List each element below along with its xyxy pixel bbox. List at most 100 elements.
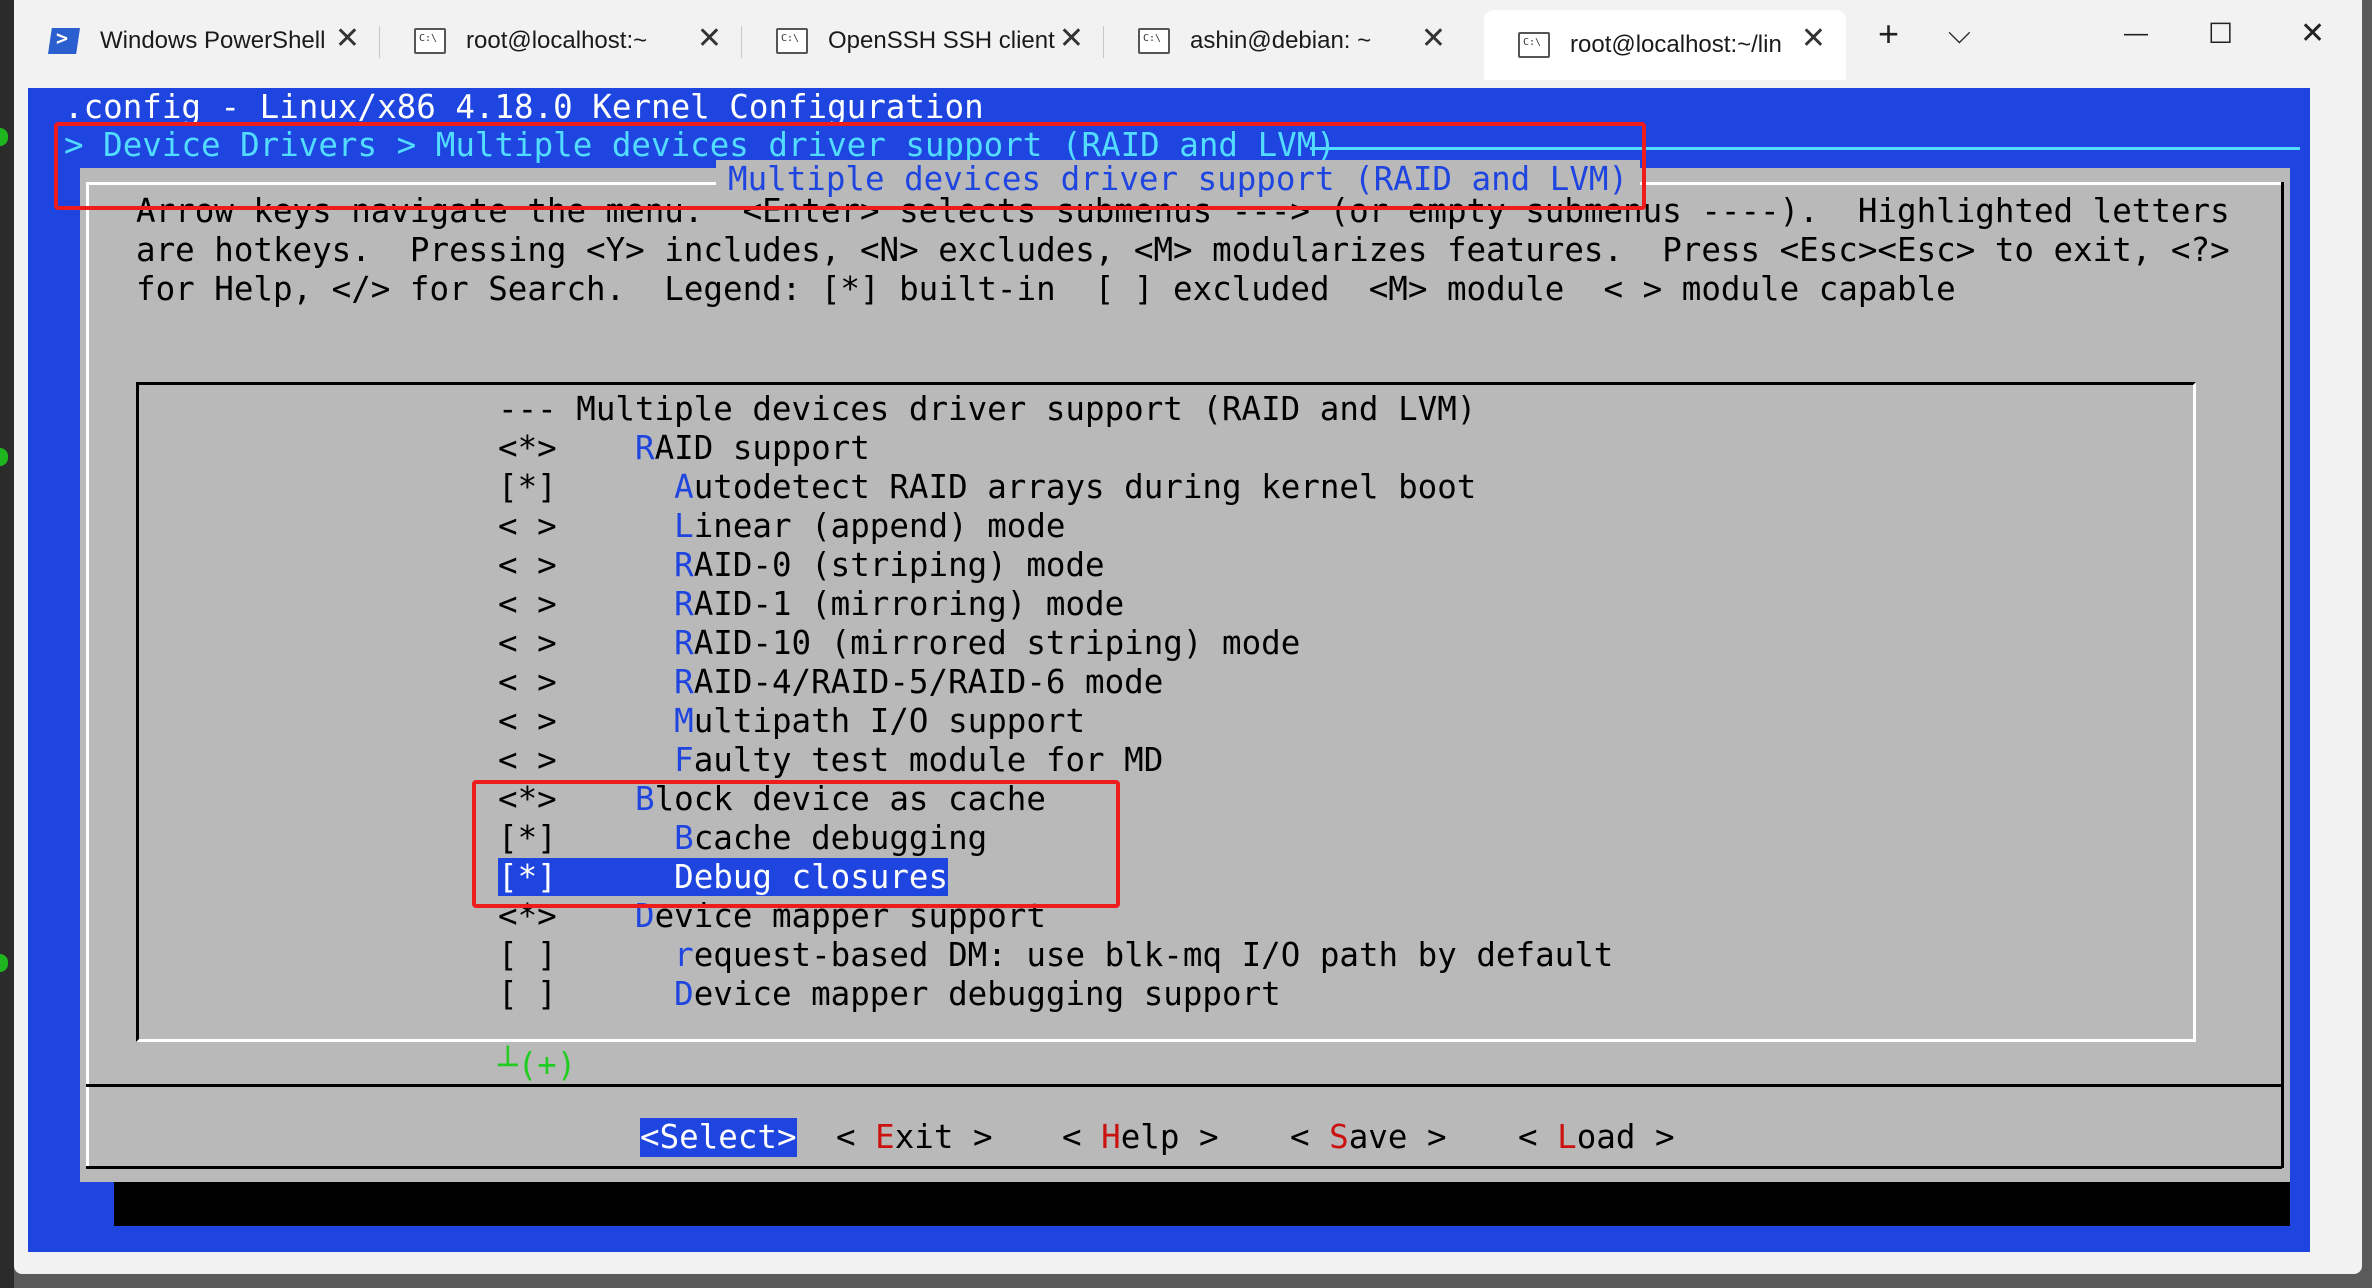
terminal-icon xyxy=(1138,28,1170,54)
dialog-border-left xyxy=(86,182,89,1168)
tab-label: OpenSSH SSH client xyxy=(828,27,1055,54)
button-hotkey: L xyxy=(1557,1118,1577,1156)
option-hotkey: D xyxy=(674,975,694,1013)
button-hotkey: S xyxy=(1329,1118,1349,1156)
tab-root-localhost-lin[interactable]: root@localhost:~/lin ✕ xyxy=(1484,10,1846,80)
tab-label: root@localhost:~ xyxy=(466,27,648,54)
button-bracket: > xyxy=(1407,1118,1447,1156)
button-bracket: < xyxy=(1518,1118,1558,1156)
button-save[interactable]: < Save > xyxy=(1290,1118,1447,1157)
option-gap xyxy=(557,429,596,467)
maximize-icon[interactable]: ☐ xyxy=(2208,14,2233,54)
menu-item[interactable]: [ ] Device mapper debugging support xyxy=(498,975,1281,1014)
dialog-border-right xyxy=(2281,182,2284,1168)
terminal-icon xyxy=(776,28,808,54)
option-state: < > xyxy=(498,663,557,701)
window-close-icon[interactable]: ✕ xyxy=(2300,14,2325,54)
option-state: [*] xyxy=(498,468,557,506)
button-label: elp xyxy=(1120,1118,1180,1156)
dialog-border-bottom xyxy=(86,1166,2282,1169)
option-label: AID-4/RAID-5/RAID-6 mode xyxy=(693,663,1164,701)
terminal-area[interactable]: .config - Linux/x86 4.18.0 Kernel Config… xyxy=(28,88,2310,1252)
close-icon[interactable]: ✕ xyxy=(1801,24,1826,54)
menu-item[interactable]: < > RAID-10 (mirrored striping) mode xyxy=(498,624,1300,663)
option-state: <*> xyxy=(498,429,557,467)
button-bracket: < xyxy=(836,1118,876,1156)
option-indent xyxy=(596,468,674,506)
terminal-icon xyxy=(1518,32,1550,58)
status-dot xyxy=(0,954,8,972)
menu-item[interactable]: [ ] request-based DM: use blk-mq I/O pat… xyxy=(498,936,1613,975)
option-label: evice mapper debugging support xyxy=(693,975,1281,1013)
option-indent xyxy=(596,663,674,701)
option-state: < > xyxy=(498,585,557,623)
option-hotkey: R xyxy=(674,663,694,701)
tab-root-localhost[interactable]: root@localhost:~ ✕ xyxy=(380,10,742,72)
close-icon[interactable]: ✕ xyxy=(1059,24,1084,54)
menu-item[interactable]: [*] Autodetect RAID arrays during kernel… xyxy=(498,468,1476,507)
option-hotkey: r xyxy=(674,936,694,974)
option-label: AID-0 (striping) mode xyxy=(693,546,1105,584)
menu-item[interactable]: <*> RAID support xyxy=(498,429,870,468)
tab-windows-powershell[interactable]: Windows PowerShell ✕ xyxy=(14,10,380,72)
menu-item[interactable]: < > Multipath I/O support xyxy=(498,702,1085,741)
button-hotkey: H xyxy=(1101,1118,1121,1156)
option-indent xyxy=(596,507,674,545)
option-gap xyxy=(557,507,596,545)
option-state: < > xyxy=(498,546,557,584)
tab-label: ashin@debian: ~ xyxy=(1190,27,1372,54)
option-state: < > xyxy=(498,702,557,740)
option-hotkey: F xyxy=(674,741,694,779)
button-select[interactable]: <Select> xyxy=(640,1118,797,1157)
option-label: aulty test module for MD xyxy=(693,741,1164,779)
menu-item[interactable]: < > Linear (append) mode xyxy=(498,507,1065,546)
button-bracket: < xyxy=(1290,1118,1330,1156)
option-gap xyxy=(557,624,596,662)
tab-ashin-debian[interactable]: ashin@debian: ~ ✕ xyxy=(1104,10,1466,72)
button-label: ave xyxy=(1348,1118,1408,1156)
tab-label: root@localhost:~/lin xyxy=(1570,31,1782,58)
help-line: for Help, </> for Search. Legend: [*] bu… xyxy=(136,270,1956,308)
dialog-shadow xyxy=(114,1182,2290,1226)
option-label: utodetect RAID arrays during kernel boot xyxy=(693,468,1477,506)
option-gap xyxy=(557,702,596,740)
option-gap xyxy=(557,975,596,1013)
menuconfig-dialog: Multiple devices driver support (RAID an… xyxy=(80,160,2290,1182)
close-icon[interactable]: ✕ xyxy=(1421,24,1446,54)
menu-item[interactable]: < > RAID-1 (mirroring) mode xyxy=(498,585,1124,624)
close-icon[interactable]: ✕ xyxy=(335,24,360,54)
button-label: xit xyxy=(894,1118,954,1156)
button-exit[interactable]: < Exit > xyxy=(836,1118,993,1157)
option-label: AID-10 (mirrored striping) mode xyxy=(693,624,1301,662)
option-hotkey: M xyxy=(674,702,694,740)
annotation-box-breadcrumb xyxy=(54,122,1646,210)
option-gap xyxy=(557,585,596,623)
button-separator xyxy=(86,1084,2282,1087)
tab-openssh-client[interactable]: OpenSSH SSH client ✕ xyxy=(742,10,1104,72)
option-indent xyxy=(596,624,674,662)
tab-bar: Windows PowerShell ✕ root@localhost:~ ✕ … xyxy=(14,0,2362,80)
chevron-down-icon[interactable]: ⌵ xyxy=(1948,14,1971,54)
background-app-strip xyxy=(0,0,14,1288)
option-indent xyxy=(596,741,674,779)
menu-header: --- Multiple devices driver support (RAI… xyxy=(498,390,1477,428)
option-label: AID support xyxy=(654,429,870,467)
button-load[interactable]: < Load > xyxy=(1518,1118,1675,1157)
menu-item[interactable]: < > RAID-0 (striping) mode xyxy=(498,546,1105,585)
menu-item[interactable]: < > Faulty test module for MD xyxy=(498,741,1163,780)
menu-item[interactable]: < > RAID-4/RAID-5/RAID-6 mode xyxy=(498,663,1163,702)
button-bracket: < xyxy=(1062,1118,1102,1156)
option-state: < > xyxy=(498,507,557,545)
close-icon[interactable]: ✕ xyxy=(697,24,722,54)
button-label: oad xyxy=(1576,1118,1636,1156)
status-dot xyxy=(0,128,8,146)
button-hotkey: E xyxy=(875,1118,895,1156)
new-tab-icon[interactable]: + xyxy=(1878,14,1899,54)
minimize-icon[interactable]: — xyxy=(2124,14,2148,54)
option-label: AID-1 (mirroring) mode xyxy=(693,585,1125,623)
tab-label: Windows PowerShell xyxy=(100,27,326,54)
status-dot xyxy=(0,448,8,466)
option-indent xyxy=(596,546,674,584)
button-help[interactable]: < Help > xyxy=(1062,1118,1219,1157)
button-label: Select xyxy=(659,1118,777,1156)
